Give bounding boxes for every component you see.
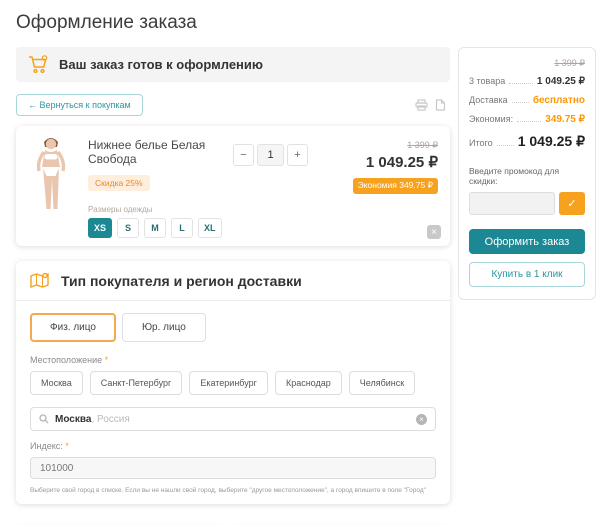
dotted-leader bbox=[512, 95, 529, 103]
city-chip-spb[interactable]: Санкт-Петербург bbox=[90, 371, 183, 395]
tab-legal-entity[interactable]: Юр. лицо bbox=[122, 313, 206, 342]
city-help-text: Выберите свой город в списке. Если вы не… bbox=[30, 487, 436, 494]
one-click-buy-button[interactable]: Купить в 1 клик bbox=[469, 262, 585, 287]
map-icon bbox=[30, 272, 50, 289]
summary-row-delivery: Доставка бесплатно bbox=[469, 95, 585, 106]
summary-old-total: 1 399 ₽ bbox=[469, 58, 585, 69]
apply-promo-button[interactable]: ✓ bbox=[559, 192, 585, 215]
clear-city-icon[interactable]: × bbox=[416, 414, 427, 425]
size-option-l[interactable]: L bbox=[171, 218, 193, 238]
cart-icon bbox=[28, 55, 49, 74]
printer-icon[interactable] bbox=[415, 99, 428, 111]
dotted-leader bbox=[497, 138, 514, 146]
required-mark: * bbox=[105, 355, 109, 365]
back-to-shopping-button[interactable]: ← Вернуться к покупкам bbox=[16, 94, 143, 116]
product-price: 1 049.25 ₽ bbox=[326, 153, 438, 171]
order-summary-panel: 1 399 ₽ 3 товара 1 049.25 ₽ Доставка бес… bbox=[458, 47, 596, 300]
quantity-value: 1 bbox=[257, 144, 284, 166]
quantity-decrease-button[interactable]: − bbox=[233, 144, 254, 166]
search-icon bbox=[39, 414, 49, 424]
remove-item-button[interactable]: × bbox=[427, 225, 441, 239]
promo-label: Введите промокод для скидки: bbox=[469, 166, 585, 186]
index-label: Индекс: * bbox=[30, 441, 436, 451]
size-option-s[interactable]: S bbox=[117, 218, 139, 238]
city-chip-moscow[interactable]: Москва bbox=[30, 371, 83, 395]
summary-row-savings: Экономия: 349.75 ₽ bbox=[469, 114, 585, 125]
location-label: Местоположение * bbox=[30, 355, 436, 365]
index-input[interactable] bbox=[30, 457, 436, 479]
product-image bbox=[28, 136, 74, 238]
sizes-label: Размеры одежды bbox=[88, 205, 233, 214]
order-ready-banner: Ваш заказ готов к оформлению bbox=[16, 47, 450, 82]
banner-text: Ваш заказ готов к оформлению bbox=[59, 57, 263, 72]
checkout-page: Оформление заказа Ваш заказ готов к офор… bbox=[0, 0, 600, 525]
tab-individual[interactable]: Физ. лицо bbox=[30, 313, 116, 342]
summary-row-total: Итого 1 049.25 ₽ bbox=[469, 133, 585, 150]
dotted-leader bbox=[517, 114, 541, 122]
main-column: Ваш заказ готов к оформлению ← Вернуться… bbox=[16, 47, 450, 525]
city-chips: Москва Санкт-Петербург Екатеринбург Крас… bbox=[30, 371, 436, 395]
buyer-type-tabs: Физ. лицо Юр. лицо bbox=[30, 313, 436, 342]
dotted-leader bbox=[509, 76, 533, 84]
size-option-xl[interactable]: XL bbox=[198, 218, 222, 238]
discount-badge: Скидка 25% bbox=[88, 175, 150, 191]
size-option-xs[interactable]: XS bbox=[88, 218, 112, 238]
checkout-button[interactable]: Оформить заказ bbox=[469, 229, 585, 254]
quantity-stepper: − 1 + bbox=[233, 144, 308, 166]
city-search-value: Москва, Россия bbox=[55, 414, 410, 425]
buyer-region-section: Тип покупателя и регион доставки Физ. ли… bbox=[16, 261, 450, 504]
page-title: Оформление заказа bbox=[16, 12, 586, 34]
savings-badge: Экономия 349.75 ₽ bbox=[353, 178, 438, 194]
product-old-price: 1 399 ₽ bbox=[326, 140, 438, 151]
check-icon: ✓ bbox=[567, 198, 576, 210]
promo-input[interactable] bbox=[469, 192, 555, 215]
city-search-input[interactable]: Москва, Россия × bbox=[30, 407, 436, 431]
print-document-icon[interactable] bbox=[435, 99, 446, 111]
city-chip-ekaterinburg[interactable]: Екатеринбург bbox=[189, 371, 268, 395]
cart-item-card: Нижнее белье Белая Свобода Скидка 25% Ра… bbox=[16, 126, 450, 246]
size-option-m[interactable]: M bbox=[144, 218, 166, 238]
city-chip-chelyabinsk[interactable]: Челябинск bbox=[349, 371, 415, 395]
product-title: Нижнее белье Белая Свобода bbox=[88, 138, 233, 166]
summary-row-items: 3 товара 1 049.25 ₽ bbox=[469, 76, 585, 87]
buyer-section-title: Тип покупателя и регион доставки bbox=[61, 273, 302, 289]
quantity-increase-button[interactable]: + bbox=[287, 144, 308, 166]
city-chip-krasnodar[interactable]: Краснодар bbox=[275, 371, 342, 395]
size-selector: XS S M L XL bbox=[88, 218, 233, 238]
print-actions bbox=[415, 99, 446, 111]
